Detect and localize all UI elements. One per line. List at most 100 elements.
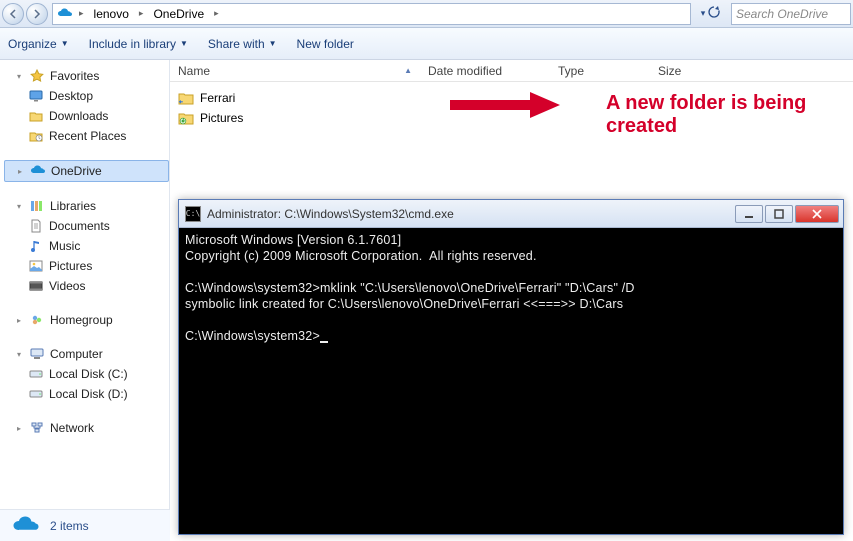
nav-label: Downloads <box>49 109 108 123</box>
column-name[interactable]: Name ▲ <box>170 64 420 78</box>
chevron-right-icon: ▸ <box>137 8 146 19</box>
nav-recent-places[interactable]: Recent Places <box>4 126 169 146</box>
cmd-window[interactable]: C:\ Administrator: C:\Windows\System32\c… <box>178 199 844 535</box>
nav-label: Recent Places <box>49 129 126 143</box>
annotation-arrow <box>450 92 560 118</box>
nav-label: Favorites <box>50 69 99 83</box>
cmd-line: C:\Windows\system32>mklink "C:\Users\len… <box>185 281 635 295</box>
cmd-prompt: C:\Windows\system32> <box>185 329 320 343</box>
nav-local-disk-c[interactable]: Local Disk (C:) <box>4 364 169 384</box>
include-library-menu[interactable]: Include in library ▼ <box>89 37 188 51</box>
cmd-title-text: Administrator: C:\Windows\System32\cmd.e… <box>207 207 729 221</box>
onedrive-large-icon <box>12 515 40 537</box>
nav-onedrive[interactable]: ▸ OneDrive <box>4 160 169 182</box>
cmd-titlebar[interactable]: C:\ Administrator: C:\Windows\System32\c… <box>179 200 843 228</box>
column-label: Date modified <box>428 64 502 78</box>
column-type[interactable]: Type <box>550 64 650 78</box>
cmd-icon: C:\ <box>185 206 201 222</box>
nav-favorites[interactable]: ▾ Favorites <box>4 66 169 86</box>
minimize-button[interactable] <box>735 205 763 223</box>
status-bar: 2 items <box>0 509 170 541</box>
organize-menu[interactable]: Organize ▼ <box>8 37 69 51</box>
expander-icon[interactable]: ▾ <box>14 350 24 359</box>
nav-pictures[interactable]: Pictures <box>4 256 169 276</box>
arrow-left-icon <box>8 9 18 19</box>
column-size[interactable]: Size <box>650 64 730 78</box>
folder-shortcut-icon <box>178 90 194 106</box>
drive-icon <box>28 366 44 382</box>
music-icon <box>28 238 44 254</box>
onedrive-icon <box>57 6 73 22</box>
close-button[interactable] <box>795 205 839 223</box>
back-button[interactable] <box>2 3 24 25</box>
expander-icon[interactable]: ▾ <box>14 72 24 81</box>
folder-icon <box>28 108 44 124</box>
videos-icon <box>28 278 44 294</box>
nav-documents[interactable]: Documents <box>4 216 169 236</box>
cmd-line: symbolic link created for C:\Users\lenov… <box>185 297 623 311</box>
breadcrumb-item[interactable]: lenovo <box>90 5 133 23</box>
nav-downloads[interactable]: Downloads <box>4 106 169 126</box>
nav-label: OneDrive <box>51 164 102 178</box>
refresh-icon[interactable] <box>707 5 721 22</box>
chevron-down-icon[interactable]: ▾ <box>701 8 706 19</box>
nav-label: Desktop <box>49 89 93 103</box>
expander-icon[interactable]: ▸ <box>15 167 25 176</box>
column-label: Name <box>178 64 210 78</box>
share-label: Share with <box>208 37 265 51</box>
arrow-right-icon <box>32 9 42 19</box>
nav-libraries[interactable]: ▾ Libraries <box>4 196 169 216</box>
nav-computer[interactable]: ▾ Computer <box>4 344 169 364</box>
nav-label: Homegroup <box>50 313 113 327</box>
chevron-right-icon: ▸ <box>77 8 86 19</box>
nav-tree: ▾ Favorites Desktop Downloads <box>0 60 170 541</box>
nav-label: Documents <box>49 219 110 233</box>
forward-button[interactable] <box>26 3 48 25</box>
desktop-icon <box>28 88 44 104</box>
explorer-toolbar: Organize ▼ Include in library ▼ Share wi… <box>0 28 853 60</box>
newfolder-label: New folder <box>297 37 354 51</box>
breadcrumb-item[interactable]: OneDrive <box>149 5 208 23</box>
cmd-line: Microsoft Windows [Version 6.1.7601] <box>185 233 401 247</box>
cmd-line: Copyright (c) 2009 Microsoft Corporation… <box>185 249 537 263</box>
new-folder-button[interactable]: New folder <box>297 37 354 51</box>
star-icon <box>29 68 45 84</box>
nav-label: Music <box>49 239 80 253</box>
expander-icon[interactable]: ▸ <box>14 316 24 325</box>
close-icon <box>812 209 822 219</box>
column-date[interactable]: Date modified <box>420 64 550 78</box>
nav-label: Videos <box>49 279 85 293</box>
status-item-count: 2 items <box>50 519 89 533</box>
nav-music[interactable]: Music <box>4 236 169 256</box>
file-name: Ferrari <box>200 91 235 105</box>
address-bar: ▸ lenovo ▸ OneDrive ▸ ▾ Search OneDrive <box>0 0 853 28</box>
share-with-menu[interactable]: Share with ▼ <box>208 37 277 51</box>
nav-network[interactable]: ▸ Network <box>4 418 169 438</box>
chevron-down-icon: ▼ <box>269 39 277 48</box>
column-label: Type <box>558 64 584 78</box>
search-input[interactable]: Search OneDrive <box>731 3 851 25</box>
computer-icon <box>29 346 45 362</box>
expander-icon[interactable]: ▸ <box>14 424 24 433</box>
nav-local-disk-d[interactable]: Local Disk (D:) <box>4 384 169 404</box>
column-headers: Name ▲ Date modified Type Size <box>170 60 853 82</box>
maximize-button[interactable] <box>765 205 793 223</box>
expander-icon[interactable]: ▾ <box>14 202 24 211</box>
nav-desktop[interactable]: Desktop <box>4 86 169 106</box>
annotation-text: A new folder is being created <box>606 92 853 138</box>
onedrive-icon <box>30 163 46 179</box>
pictures-icon <box>28 258 44 274</box>
chevron-down-icon: ▼ <box>180 39 188 48</box>
file-name: Pictures <box>200 111 243 125</box>
include-label: Include in library <box>89 37 176 51</box>
breadcrumb[interactable]: ▸ lenovo ▸ OneDrive ▸ <box>52 3 691 25</box>
organize-label: Organize <box>8 37 57 51</box>
nav-label: Pictures <box>49 259 92 273</box>
cmd-output[interactable]: Microsoft Windows [Version 6.1.7601] Cop… <box>179 228 843 348</box>
column-label: Size <box>658 64 681 78</box>
drive-icon <box>28 386 44 402</box>
nav-videos[interactable]: Videos <box>4 276 169 296</box>
nav-homegroup[interactable]: ▸ Homegroup <box>4 310 169 330</box>
search-placeholder: Search OneDrive <box>736 7 828 21</box>
folder-sync-icon <box>178 110 194 126</box>
